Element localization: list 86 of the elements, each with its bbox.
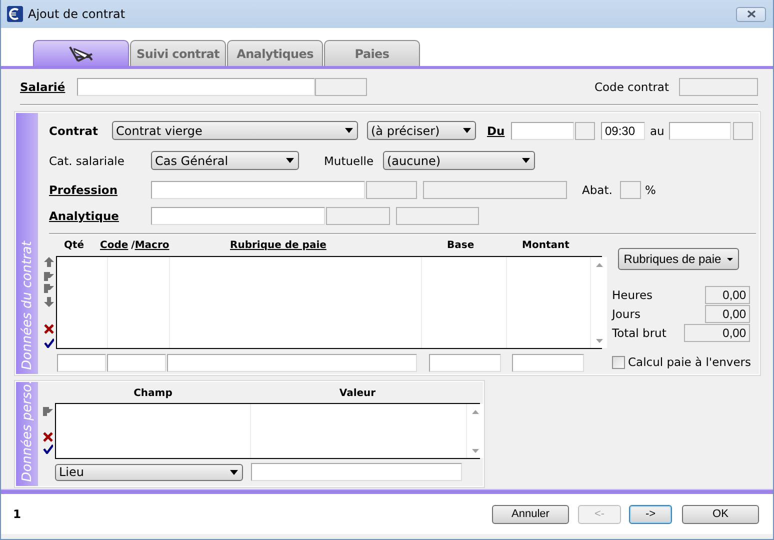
unit-label: % (645, 183, 656, 197)
mutual-dropdown[interactable]: (aucune) (383, 151, 535, 170)
separator-text: / (131, 240, 135, 251)
to: au (650, 124, 666, 138)
total-field[interactable]: 0,00 (684, 324, 750, 342)
caret-icon (463, 128, 471, 133)
profession-link[interactable]: Profession (49, 183, 151, 197)
total-label: Total brut (612, 326, 666, 340)
checkbox-label: Calcul paie à l'envers (628, 355, 752, 369)
scroll-down-icon (472, 449, 478, 453)
check-icon (44, 338, 54, 348)
delete-icon (43, 432, 53, 442)
column-header: Qté (64, 240, 84, 251)
app-icon (7, 6, 23, 22)
checkbox[interactable] (612, 356, 625, 368)
pay-items-button[interactable]: Rubriques de paie (618, 248, 739, 270)
tab[interactable]: Analytiques (227, 40, 323, 66)
close-button[interactable] (736, 6, 766, 22)
window-title: Ajout de contrat (28, 7, 126, 21)
column-header: Valeur (339, 388, 376, 399)
mutual: Mutuelle (324, 154, 375, 168)
employee-field[interactable] (77, 78, 315, 96)
footer-button[interactable]: OK (682, 504, 759, 524)
input-field[interactable] (396, 207, 479, 225)
input-field[interactable] (366, 181, 417, 199)
caret-icon (345, 128, 353, 133)
input-field[interactable] (57, 354, 106, 372)
date-field[interactable] (669, 122, 731, 140)
tab[interactable]: Suivi contrat (130, 40, 226, 66)
scroll-up-icon (596, 263, 602, 267)
abatement: Abat. (582, 183, 614, 197)
analytics-link[interactable]: Analytique (49, 209, 151, 223)
arrow-down-icon (44, 297, 54, 307)
contract-label: Contrat (49, 124, 99, 138)
total-field[interactable]: 0,00 (705, 305, 750, 323)
close-icon (746, 10, 756, 18)
footer-button[interactable]: Annuler (492, 504, 569, 524)
input-field[interactable] (107, 354, 166, 372)
input-field[interactable] (575, 122, 595, 140)
contract-code-field[interactable] (679, 78, 758, 96)
arrow-up-icon (44, 257, 54, 267)
total-label: Heures (612, 288, 653, 302)
check-icon (43, 444, 53, 454)
contract-dropdown[interactable]: Contrat vierge (112, 121, 358, 140)
category-dropdown[interactable]: Cas Général (151, 151, 299, 170)
footer-button[interactable]: -> (629, 504, 672, 524)
scroll-down-icon (596, 339, 602, 343)
input-field[interactable] (423, 181, 567, 199)
scroll-up-icon (472, 410, 478, 414)
column-header-link[interactable]: Macro (134, 240, 170, 251)
category: Cat. salariale (49, 154, 126, 168)
analytics-field[interactable] (151, 207, 325, 225)
column-header: Champ (134, 388, 172, 399)
caret-icon (230, 470, 238, 474)
total-label: Jours (612, 307, 640, 321)
section-title: Données du contrat (20, 241, 34, 370)
value-field[interactable] (251, 463, 462, 481)
column-header-link[interactable]: Code (100, 240, 128, 251)
tab[interactable] (33, 40, 129, 66)
page-number: 1 (13, 507, 22, 521)
contract-code-label: Code contrat (594, 80, 669, 94)
delete-icon (44, 324, 54, 334)
column-header-link[interactable]: Rubrique de paie (230, 240, 326, 251)
caret-icon (522, 158, 530, 163)
column-header: Base (447, 240, 474, 251)
total-field[interactable]: 0,00 (705, 286, 750, 304)
input-field[interactable] (733, 122, 753, 140)
type-dropdown[interactable]: (à préciser) (367, 121, 476, 140)
profession-field[interactable] (151, 181, 365, 199)
input-field[interactable] (429, 354, 501, 372)
field-dropdown[interactable]: Lieu (55, 464, 243, 480)
input-field[interactable] (167, 354, 417, 372)
input-field[interactable] (315, 78, 367, 96)
caret-icon (727, 258, 734, 260)
section-title: Données perso. (20, 380, 34, 482)
date-field[interactable] (511, 122, 574, 140)
abatement-field[interactable] (620, 181, 641, 199)
from-link[interactable]: Du (487, 124, 511, 138)
tab[interactable]: Paies (324, 40, 420, 66)
input-field[interactable] (326, 207, 390, 225)
caret-icon (286, 158, 294, 163)
time-field[interactable]: 09:30 (601, 122, 645, 140)
input-field[interactable] (512, 354, 584, 372)
column-header: Montant (522, 240, 570, 251)
employee-link[interactable]: Salarié (20, 80, 77, 94)
arrow-icon (43, 406, 53, 416)
